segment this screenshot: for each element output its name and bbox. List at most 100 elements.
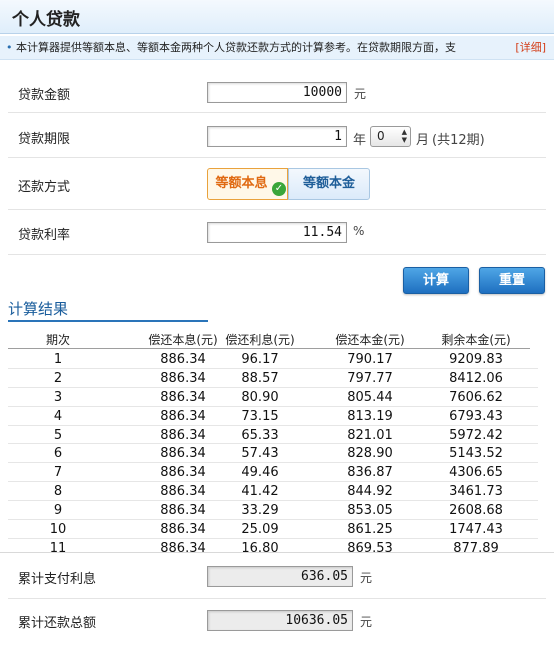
cell-principal: 813.19: [347, 408, 393, 424]
total-interest-unit: 元: [360, 571, 373, 585]
table-row: 11 886.34 16.80 869.53 877.89: [8, 539, 538, 552]
cell-period: 2: [53, 370, 63, 386]
amount-input[interactable]: 10000: [207, 82, 347, 103]
description-text: 本计算器提供等额本息、等额本金两种个人贷款还款方式的计算参考。在贷款期限方面，支: [16, 41, 456, 54]
title-bar: 个人贷款: [0, 0, 554, 34]
cell-period: 11: [49, 540, 67, 552]
divider: [8, 598, 546, 599]
column-header-interest: 偿还利息(元): [225, 333, 295, 347]
cell-remaining: 8412.06: [449, 370, 503, 386]
table-row: 3 886.34 80.90 805.44 7606.62: [8, 388, 538, 407]
table-row: 7 886.34 49.46 836.87 4306.65: [8, 463, 538, 483]
table-row: 9 886.34 33.29 853.05 2608.68: [8, 501, 538, 521]
table-row: 1 886.34 96.17 790.17 9209.83: [8, 350, 538, 369]
total-interest-value: 636.05: [207, 566, 353, 587]
cell-interest: 49.46: [241, 465, 279, 481]
page-title: 个人贷款: [12, 10, 80, 30]
cell-principal: 821.01: [347, 427, 393, 443]
table-body: 1 886.34 96.17 790.17 9209.83 2 886.34 88.57 797…: [8, 350, 538, 552]
cell-remaining: 5972.42: [449, 427, 503, 443]
cell-principal: 790.17: [347, 352, 393, 367]
cell-remaining: 5143.52: [449, 446, 503, 462]
cell-interest: 33.29: [241, 503, 279, 519]
column-header-period: 期次: [45, 333, 70, 347]
divider: [8, 209, 546, 210]
total-repayment-label: 累计还款总额: [18, 616, 97, 631]
table-header: 期次 偿还本息(元) 偿还利息(元) 偿还本金(元) 剩余本金(元): [8, 326, 530, 349]
cell-interest: 73.15: [241, 408, 279, 424]
cell-remaining: 7606.62: [449, 389, 503, 405]
cell-remaining: 2608.68: [449, 503, 503, 519]
cell-interest: 96.17: [241, 352, 279, 367]
cell-principal: 805.44: [347, 389, 393, 405]
chevron-updown-icon: ▲ ▼: [401, 128, 407, 144]
cell-interest: 16.80: [241, 540, 279, 552]
amount-unit: 元: [354, 87, 367, 101]
cell-period: 9: [53, 503, 63, 519]
table-row: 10 886.34 25.09 861.25 1747.43: [8, 520, 538, 539]
reset-button[interactable]: 重置: [479, 267, 545, 294]
term-months-unit: 月: [416, 133, 430, 148]
description-bar: • 本计算器提供等额本息、等额本金两种个人贷款还款方式的计算参考。在贷款期限方面…: [0, 36, 554, 60]
term-years-input[interactable]: 1: [207, 126, 347, 147]
cell-period: 10: [49, 522, 67, 538]
cell-principal: 853.05: [347, 503, 393, 519]
cell-principal: 869.53: [347, 540, 393, 552]
cell-principal: 861.25: [347, 522, 393, 538]
cell-interest: 65.33: [241, 427, 279, 443]
calculate-button[interactable]: 计算: [403, 267, 469, 294]
cell-period: 4: [53, 408, 63, 424]
cell-remaining: 877.89: [453, 540, 499, 552]
rate-unit: %: [353, 224, 365, 238]
cell-remaining: 9209.83: [449, 352, 503, 367]
divider: [8, 157, 546, 158]
cell-period: 1: [53, 352, 63, 367]
cell-interest: 80.90: [241, 389, 279, 405]
check-icon: ✓: [272, 182, 286, 196]
cell-remaining: 6793.43: [449, 408, 503, 424]
amount-label: 贷款金额: [18, 88, 71, 103]
bullet-icon: •: [6, 41, 13, 54]
method-option-label: 等额本息: [215, 176, 268, 191]
results-table[interactable]: 期次 偿还本息(元) 偿还利息(元) 偿还本金(元) 剩余本金(元) 1 886.…: [8, 326, 546, 552]
cell-period: 3: [53, 389, 63, 405]
cell-remaining: 1747.43: [449, 522, 503, 538]
cell-interest: 57.43: [241, 446, 279, 462]
rate-label: 贷款利率: [18, 228, 71, 243]
results-title: 计算结果: [8, 300, 69, 318]
column-header-principal: 偿还本金(元): [335, 333, 405, 347]
cell-remaining: 4306.65: [449, 465, 503, 481]
term-years-unit: 年: [353, 133, 367, 148]
term-months-select[interactable]: 0 ▲ ▼: [370, 126, 411, 147]
term-label: 贷款期限: [18, 132, 71, 147]
cell-interest: 25.09: [241, 522, 279, 538]
cell-principal: 844.92: [347, 484, 393, 500]
total-repayment-unit: 元: [360, 615, 373, 629]
results-title-underline: [8, 320, 208, 322]
table-row: 2 886.34 88.57 797.77 8412.06: [8, 369, 538, 388]
table-row: 8 886.34 41.42 844.92 3461.73: [8, 482, 538, 502]
cell-period: 8: [53, 484, 63, 500]
table-row: 4 886.34 73.15 813.19 6793.43: [8, 407, 538, 426]
detail-link[interactable]: [详细]: [515, 36, 546, 59]
cell-period: 7: [53, 465, 63, 481]
method-option-label: 等额本金: [302, 176, 355, 191]
total-repayment-value: 10636.05: [207, 610, 353, 631]
method-option-equal-principal[interactable]: 等额本金: [288, 168, 370, 200]
column-header-remaining: 剩余本金(元): [441, 333, 511, 347]
total-interest-label: 累计支付利息: [18, 572, 97, 587]
cell-remaining: 3461.73: [449, 484, 503, 500]
cell-period: 6: [53, 446, 63, 462]
divider: [8, 112, 546, 113]
cell-interest: 88.57: [241, 370, 279, 386]
table-row: 6 886.34 57.43 828.90 5143.52: [8, 444, 538, 464]
cell-principal: 797.77: [347, 370, 393, 386]
cell-principal: 836.87: [347, 465, 393, 481]
term-months-value: 0: [377, 129, 385, 143]
rate-input[interactable]: 11.54: [207, 222, 347, 243]
term-summary: (共12期): [432, 133, 485, 148]
divider: [8, 254, 546, 255]
cell-principal: 828.90: [347, 446, 393, 462]
cell-interest: 41.42: [241, 484, 279, 500]
cell-period: 5: [53, 427, 63, 443]
